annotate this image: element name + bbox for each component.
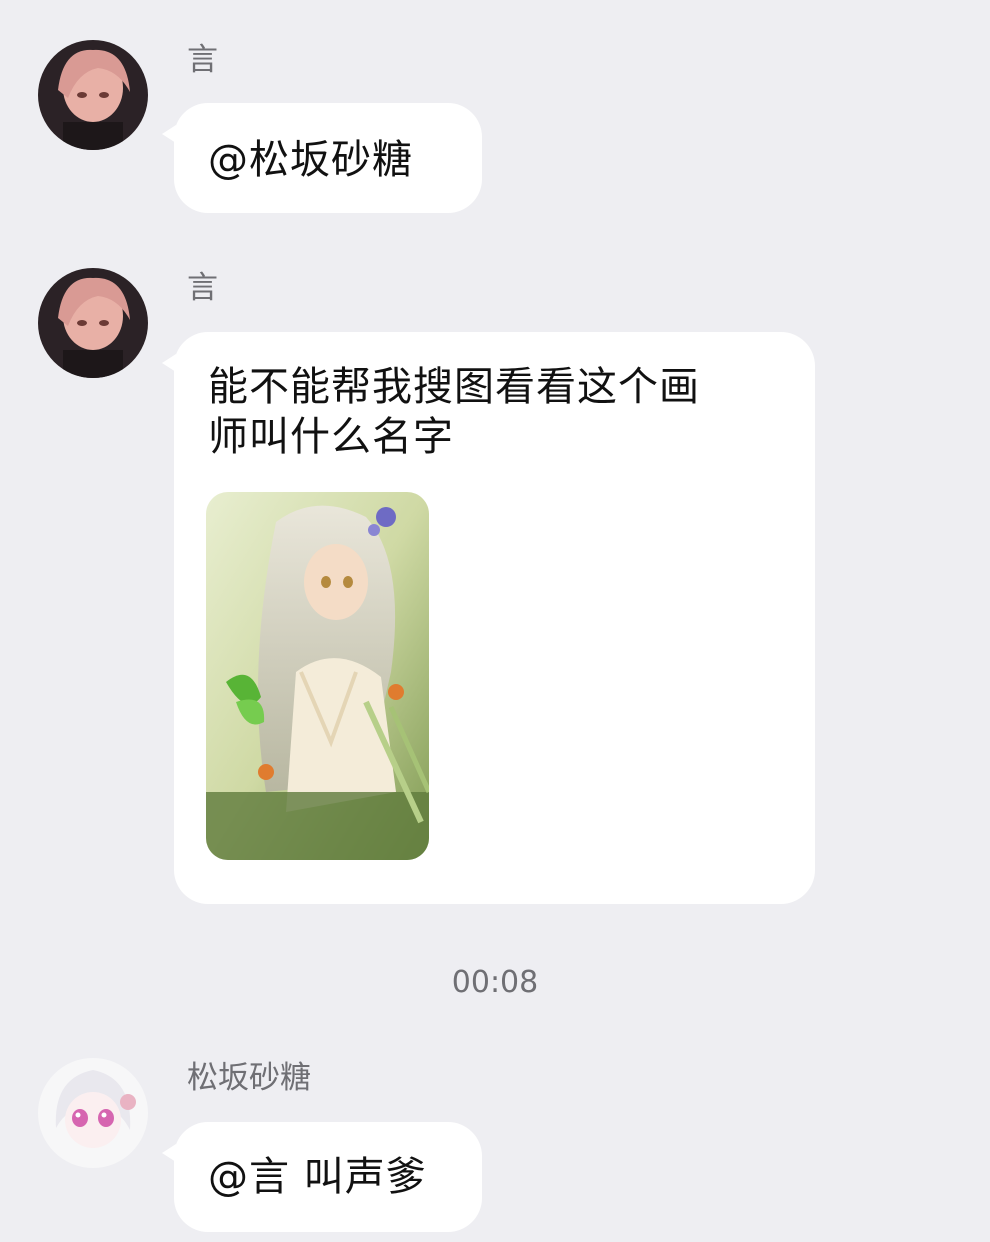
anime-illustration-image[interactable] <box>206 492 429 860</box>
bubble-tail <box>162 1144 176 1162</box>
message-bubble[interactable]: @言 叫声爹 <box>162 1122 482 1232</box>
avatar-matsuzaka[interactable] <box>38 1058 148 1168</box>
avatar-image-icon <box>38 40 148 150</box>
bubble-tail <box>162 125 176 143</box>
sender-name: 言 <box>187 42 218 78</box>
chat-view: 言 @松坂砂糖 言 能不能帮我搜图看看这个画 师叫什么名字 00:08 松坂砂糖… <box>0 0 990 1242</box>
avatar-yan[interactable] <box>38 268 148 378</box>
message-timestamp: 00:08 <box>451 965 539 1000</box>
avatar-image-icon <box>38 1058 148 1168</box>
message-text-line-1: 能不能帮我搜图看看这个画 <box>208 364 700 410</box>
avatar-yan[interactable] <box>38 40 148 150</box>
avatar-image-icon <box>38 268 148 378</box>
message-text: @松坂砂糖 <box>208 137 413 183</box>
message-text-line-2: 师叫什么名字 <box>208 414 454 460</box>
message-bubble[interactable]: 能不能帮我搜图看看这个画 师叫什么名字 <box>162 332 815 904</box>
sender-name: 松坂砂糖 <box>187 1060 311 1096</box>
message-text: @言 叫声爹 <box>208 1154 427 1200</box>
message-bubble[interactable]: @松坂砂糖 <box>162 103 482 213</box>
sender-name: 言 <box>187 270 218 306</box>
bubble-tail <box>162 354 176 372</box>
